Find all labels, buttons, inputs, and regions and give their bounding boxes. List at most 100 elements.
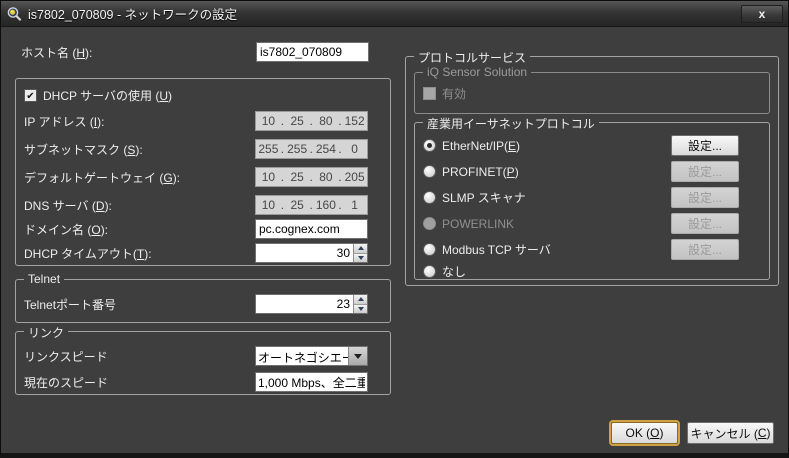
combo-dropdown-button[interactable] [348,347,367,365]
window-title: is7802_070809 - ネットワークの設定 [28,4,237,23]
industrial-ethernet-group-title: 産業用イーサネットプロトコル [423,115,599,132]
subnet-mask-field: 255 255 254 0 [255,139,368,159]
powerlink-settings-button: 設定... [671,213,739,234]
ip-address-field: 10 25 80 152 [255,111,368,131]
dhcp-timeout-row: DHCP タイムアウト(T): [24,243,368,263]
link-speed-value: オートネゴシエー [256,347,348,365]
protocol-option-row: Modbus TCP サーバ 設定... [423,239,739,260]
link-speed-combobox[interactable]: オートネゴシエー [255,346,368,366]
arrow-down-icon [358,256,364,260]
modbus-tcp-label: Modbus TCP サーバ [442,241,551,258]
default-gateway-row: デフォルトゲートウェイ (G): 10 25 80 205 [24,167,368,187]
none-radio[interactable] [423,265,436,278]
octet: 254 [314,142,339,156]
arrow-up-icon [358,246,364,250]
link-group-title: リンク [24,324,68,341]
protocol-option-row: PROFINET(P) 設定... [423,161,739,182]
title-bar[interactable]: is7802_070809 - ネットワークの設定 x [1,1,788,27]
protocol-option-row: POWERLINK 設定... [423,213,739,234]
spinner-buttons [353,295,367,313]
octet: 80 [314,114,339,128]
spinner-down-button[interactable] [354,253,367,263]
iqss-enable-label: 有効 [442,85,466,102]
octet: 0 [342,142,367,156]
octet: 10 [256,114,281,128]
telnet-port-input[interactable] [256,295,353,313]
telnet-port-spinner [255,294,368,314]
dhcp-use-label: DHCP サーバの使用 (U) [43,87,172,104]
dhcp-group: DHCP サーバの使用 (U) IP アドレス (I): 10 25 80 15… [15,78,391,266]
protocol-option-row: SLMP スキャナ 設定... [423,187,739,208]
telnet-group-title: Telnet [24,272,64,286]
ethernet-ip-radio[interactable] [423,139,436,152]
host-name-input[interactable] [256,42,369,62]
spinner-down-button[interactable] [354,304,367,314]
iq-sensor-solution-group-title: iQ Sensor Solution [423,65,531,79]
modbus-settings-button: 設定... [671,239,739,260]
spinner-up-button[interactable] [354,295,367,304]
dns-server-row: DNS サーバ (D): 10 25 160 1 [24,195,368,215]
octet: 25 [285,170,310,184]
ethernet-ip-label: EtherNet/IP(E) [442,139,520,153]
domain-name-input[interactable] [255,219,368,239]
spinner-buttons [353,244,367,262]
profinet-radio[interactable] [423,165,436,178]
host-name-label: ホスト名 (H): [21,44,92,61]
octet: 25 [285,198,310,212]
iq-sensor-solution-group: iQ Sensor Solution 有効 [414,72,770,114]
subnet-mask-row: サブネットマスク (S): 255 255 254 0 [24,139,368,159]
link-group: リンク リンクスピード オートネゴシエー 現在のスピード [15,331,391,395]
ok-button[interactable]: OK (O) [611,422,678,444]
octet: 152 [342,114,367,128]
slmp-settings-button: 設定... [671,187,739,208]
profinet-label: PROFINET(P) [442,165,519,179]
telnet-port-label: Telnetポート番号 [24,296,116,313]
octet: 255 [256,142,281,156]
close-icon: x [759,8,766,20]
telnet-group: Telnet Telnetポート番号 [15,279,391,323]
iqss-enable-checkbox [423,87,436,100]
octet: 160 [314,198,339,212]
link-speed-row: リンクスピード オートネゴシエー [24,346,368,366]
octet: 1 [342,198,367,212]
industrial-ethernet-group: 産業用イーサネットプロトコル EtherNet/IP(E) 設定... PROF… [414,122,770,280]
octet: 255 [285,142,310,156]
current-speed-input[interactable] [255,372,368,392]
protocol-services-group-title: プロトコルサービス [414,49,530,66]
cancel-button[interactable]: キャンセル (C) [687,422,774,444]
ethernet-ip-settings-button[interactable]: 設定... [671,135,739,156]
slmp-scanner-radio[interactable] [423,191,436,204]
powerlink-label: POWERLINK [442,217,514,231]
dhcp-use-row: DHCP サーバの使用 (U) [24,87,368,103]
dns-server-field: 10 25 160 1 [255,195,368,215]
dhcp-timeout-input[interactable] [256,244,353,262]
domain-name-row: ドメイン名 (O): [24,219,368,239]
link-speed-label: リンクスピード [24,348,108,365]
telnet-port-row: Telnetポート番号 [24,294,368,314]
current-speed-row: 現在のスピード [24,372,368,392]
subnet-mask-label: サブネットマスク (S): [24,141,143,158]
check-icon [26,88,34,102]
protocol-option-row: EtherNet/IP(E) 設定... [423,135,739,156]
arrow-down-icon [358,307,364,311]
ip-address-row: IP アドレス (I): 10 25 80 152 [24,111,368,131]
current-speed-label: 現在のスピード [24,374,108,391]
protocol-services-group: プロトコルサービス iQ Sensor Solution 有効 産業用イーサネッ… [405,56,779,286]
insight-app-icon [6,6,22,22]
octet: 205 [342,170,367,184]
chevron-down-icon [354,354,362,359]
dhcp-timeout-spinner [255,243,368,263]
network-settings-dialog: is7802_070809 - ネットワークの設定 x ホスト名 (H): DH… [0,0,789,458]
octet: 80 [314,170,339,184]
modbus-tcp-radio[interactable] [423,243,436,256]
iqss-enable-row: 有効 [423,85,747,101]
profinet-settings-button: 設定... [671,161,739,182]
default-gateway-field: 10 25 80 205 [255,167,368,187]
none-label: なし [442,263,466,280]
dns-server-label: DNS サーバ (D): [24,197,112,214]
dhcp-use-checkbox[interactable] [24,89,37,102]
default-gateway-label: デフォルトゲートウェイ (G): [24,169,180,186]
spinner-up-button[interactable] [354,244,367,253]
domain-name-label: ドメイン名 (O): [24,221,108,238]
close-button[interactable]: x [741,5,783,23]
